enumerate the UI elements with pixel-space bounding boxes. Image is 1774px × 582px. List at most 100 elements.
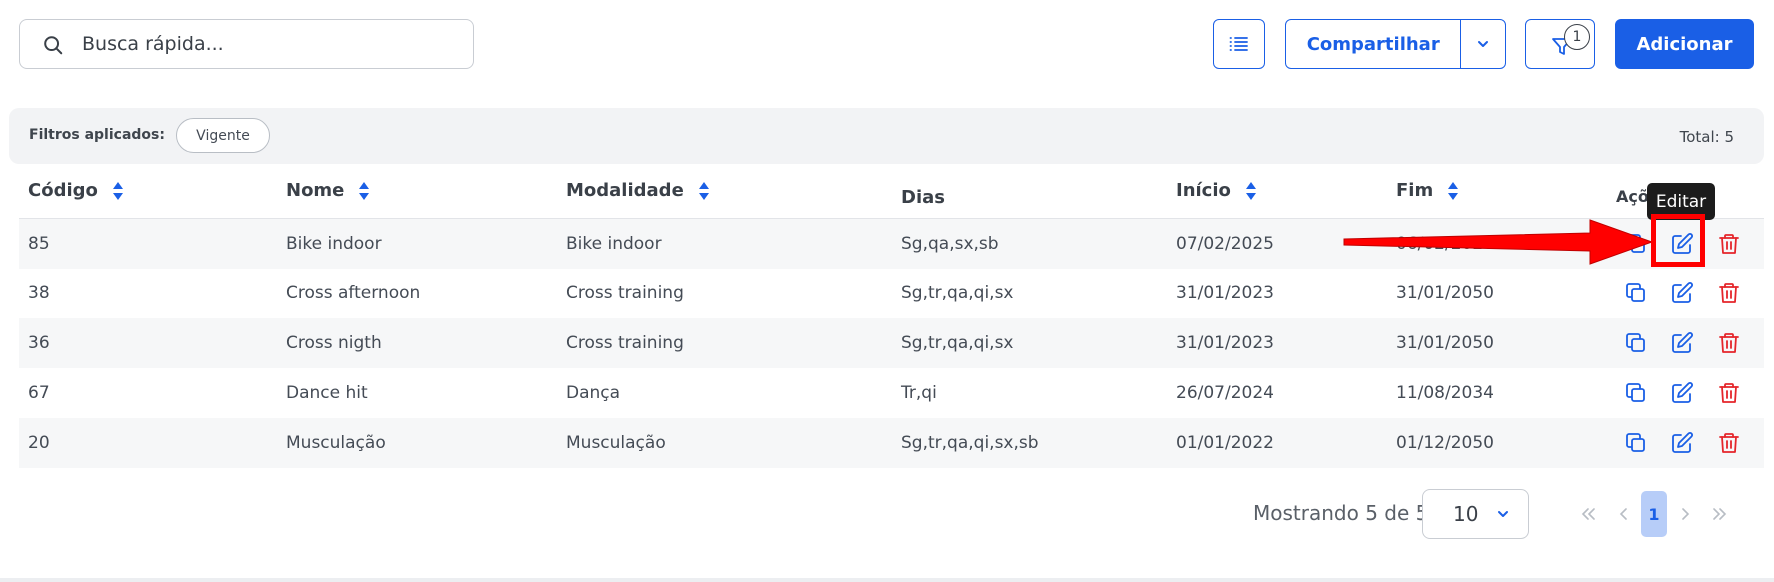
- list-icon: [1229, 37, 1248, 51]
- applied-filters-label: Filtros aplicados:: [29, 127, 165, 143]
- applied-filters-bar: Filtros aplicados: Vigente Total: 5: [9, 108, 1764, 164]
- edit-button[interactable]: [1670, 281, 1694, 305]
- last-page-button[interactable]: [1707, 500, 1733, 528]
- cell-fim: 11/08/2034: [1396, 383, 1494, 403]
- trash-icon: [1719, 433, 1739, 453]
- first-page-button[interactable]: [1575, 500, 1601, 528]
- double-chevron-right-icon: [1713, 508, 1727, 520]
- search-icon: [44, 36, 63, 55]
- column-header-nome[interactable]: Nome: [286, 180, 370, 201]
- edit-button[interactable]: [1670, 431, 1694, 455]
- share-button-group: Compartilhar: [1285, 19, 1506, 69]
- annotation-arrow: [1343, 219, 1654, 265]
- cell-codigo: 67: [28, 383, 50, 403]
- search-input[interactable]: [82, 20, 462, 68]
- cell-modalidade: Cross training: [566, 283, 684, 303]
- cell-codigo: 20: [28, 433, 50, 453]
- copy-icon: [1626, 283, 1645, 302]
- duplicate-button[interactable]: [1624, 381, 1648, 405]
- edit-button[interactable]: [1670, 331, 1694, 355]
- previous-page-button[interactable]: [1611, 500, 1637, 528]
- edit-button[interactable]: [1670, 381, 1694, 405]
- column-header-fim[interactable]: Fim: [1396, 180, 1459, 201]
- trash-icon: [1719, 234, 1739, 254]
- table-row: 38 Cross afternoon Cross training Sg,tr,qa,…: [19, 268, 1764, 318]
- copy-icon: [1626, 383, 1645, 402]
- search-box[interactable]: [19, 19, 474, 69]
- per-page-select[interactable]: 10: [1422, 489, 1529, 539]
- cell-modalidade: Bike indoor: [566, 234, 662, 254]
- cell-nome: Dance hit: [286, 383, 368, 403]
- cell-inicio: 31/01/2023: [1176, 333, 1274, 353]
- cell-modalidade: Dança: [566, 383, 621, 403]
- sort-icon: [698, 181, 709, 200]
- cell-fim: 31/01/2050: [1396, 283, 1494, 303]
- cell-codigo: 38: [28, 283, 50, 303]
- bottom-divider: [0, 578, 1774, 582]
- table-row: 36 Cross nigth Cross training Sg,tr,qa,qi,s…: [19, 318, 1764, 368]
- delete-button[interactable]: [1717, 331, 1741, 355]
- sort-icon: [112, 181, 123, 200]
- cell-fim: 01/12/2050: [1396, 433, 1494, 453]
- chevron-down-icon: [1478, 41, 1489, 47]
- trash-icon: [1719, 283, 1739, 303]
- edit-icon: [1672, 382, 1693, 403]
- share-dropdown-toggle[interactable]: [1461, 39, 1505, 49]
- duplicate-button[interactable]: [1624, 431, 1648, 455]
- cell-dias: Sg,tr,qa,qi,sx: [901, 333, 1014, 353]
- column-header-acoes: Açõ: [1616, 187, 1649, 206]
- cell-inicio: 01/01/2022: [1176, 433, 1274, 453]
- filter-count-badge: 1: [1564, 24, 1590, 50]
- cell-dias: Sg,tr,qa,qi,sx,sb: [901, 433, 1039, 453]
- edit-icon: [1672, 332, 1693, 353]
- pagination-summary: Mostrando 5 de 5: [1253, 501, 1429, 525]
- copy-icon: [1626, 333, 1645, 352]
- share-button[interactable]: Compartilhar: [1286, 34, 1460, 55]
- column-header-modalidade[interactable]: Modalidade: [566, 180, 710, 201]
- cell-nome: Cross nigth: [286, 333, 382, 353]
- cell-dias: Sg,qa,sx,sb: [901, 234, 999, 254]
- delete-button[interactable]: [1717, 381, 1741, 405]
- duplicate-button[interactable]: [1624, 331, 1648, 355]
- table-row: 20 Musculação Musculação Sg,tr,qa,qi,sx,sb 0…: [19, 418, 1764, 468]
- cell-nome: Cross afternoon: [286, 283, 421, 303]
- cell-inicio: 07/02/2025: [1176, 234, 1274, 254]
- cell-inicio: 31/01/2023: [1176, 283, 1274, 303]
- column-header-dias: Dias: [901, 187, 945, 208]
- list-view-button[interactable]: [1213, 19, 1265, 69]
- table-row: 67 Dance hit Dança Tr,qi 26/07/2024 11/08/203…: [19, 368, 1764, 418]
- cell-nome: Bike indoor: [286, 234, 382, 254]
- table-header: Código Nome Modalidade Dias Início Fim A…: [19, 174, 1764, 219]
- double-chevron-left-icon: [1581, 508, 1595, 520]
- chevron-right-icon: [1682, 508, 1690, 520]
- duplicate-button[interactable]: [1624, 281, 1648, 305]
- cell-dias: Tr,qi: [901, 383, 937, 403]
- next-page-button[interactable]: [1672, 500, 1698, 528]
- delete-button[interactable]: [1717, 431, 1741, 455]
- filter-chip-vigente[interactable]: Vigente: [176, 118, 270, 153]
- edit-icon: [1672, 432, 1693, 453]
- trash-icon: [1719, 333, 1739, 353]
- delete-button[interactable]: [1717, 281, 1741, 305]
- column-header-inicio[interactable]: Início: [1176, 180, 1257, 201]
- add-button[interactable]: Adicionar: [1615, 19, 1754, 69]
- cell-dias: Sg,tr,qa,qi,sx: [901, 283, 1014, 303]
- delete-button[interactable]: [1717, 232, 1741, 256]
- filter-button[interactable]: 1: [1525, 19, 1595, 69]
- column-header-codigo[interactable]: Código: [28, 180, 124, 201]
- cell-modalidade: Musculação: [566, 433, 666, 453]
- chevron-down-icon: [1498, 511, 1509, 517]
- sort-icon: [359, 181, 370, 200]
- per-page-value: 10: [1453, 502, 1479, 526]
- sort-icon: [1245, 181, 1256, 200]
- cell-nome: Musculação: [286, 433, 386, 453]
- cell-inicio: 26/07/2024: [1176, 383, 1274, 403]
- trash-icon: [1719, 383, 1739, 403]
- cell-fim: 31/01/2050: [1396, 333, 1494, 353]
- copy-icon: [1626, 433, 1645, 452]
- total-count: Total: 5: [1679, 128, 1734, 146]
- page-button-current[interactable]: 1: [1641, 491, 1667, 537]
- edit-icon: [1672, 282, 1693, 303]
- cell-codigo: 85: [28, 234, 50, 254]
- cell-modalidade: Cross training: [566, 333, 684, 353]
